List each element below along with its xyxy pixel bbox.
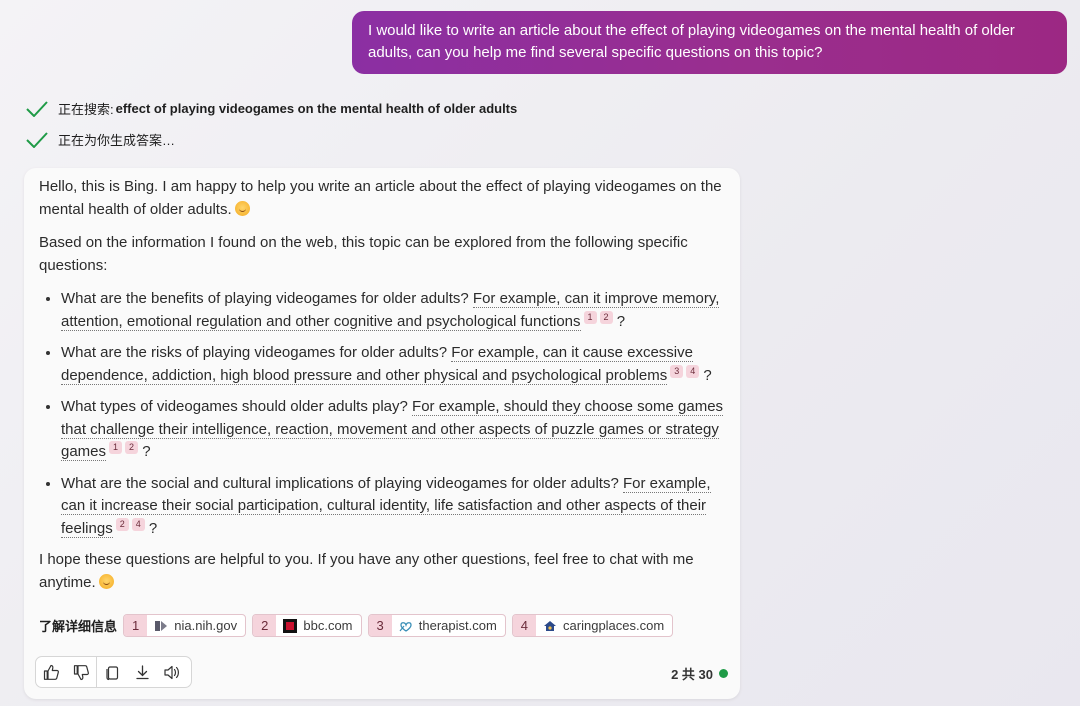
source-domain: therapist.com [418,618,497,633]
caringplaces-icon [544,620,557,631]
citation-badge[interactable]: 1 [109,441,123,454]
dislike-button[interactable] [66,657,96,687]
user-message-text: I would like to write an article about t… [368,22,1015,61]
citation-badge[interactable]: 1 [583,310,597,324]
list-item: What are the social and cultural implica… [61,473,729,541]
source-link-caringplaces[interactable]: 4 caringplaces.com [511,614,674,637]
answer-intro: Hello, this is Bing. I am happy to help … [39,178,722,218]
source-number: 2 [253,615,277,636]
search-status: 正在搜索: effect of playing videogames on th… [26,99,517,118]
download-icon [135,664,149,679]
source-domain: bbc.com [303,618,353,633]
source-link-therapist[interactable]: 3 therapist.com [367,614,506,637]
turn-counter: 2 共 30 [671,664,728,683]
answer-body: Hello, this is Bing. I am happy to help … [39,176,729,605]
citation-badge[interactable]: 4 [131,517,145,531]
search-query: effect of playing videogames on the ment… [115,101,518,116]
message-action-toolbar [35,656,192,688]
source-domain: nia.nih.gov [174,618,238,633]
answer-based-on: Based on the information I found on the … [39,234,688,274]
answer-closing: I hope these questions are helpful to yo… [39,551,694,591]
citation-badge[interactable]: 2 [599,310,613,324]
thumbs-down-icon [73,664,89,680]
source-link-bbc[interactable]: 2 bbc.com [252,614,362,637]
list-item: What are the benefits of playing videoga… [61,288,729,333]
generating-status: 正在为你生成答案… [26,130,175,149]
generating-status-text: 正在为你生成答案… [58,133,176,148]
list-item: What types of videogames should older ad… [61,396,729,464]
search-status-prefix: 正在搜索: [58,102,114,117]
citation-badge[interactable]: 4 [686,364,700,378]
copy-button[interactable] [97,657,127,687]
citation-badge[interactable]: 2 [125,441,139,454]
smile-emoji-icon [98,573,114,589]
source-number: 3 [368,615,392,636]
source-number: 4 [512,615,537,636]
turn-counter-text: 2 共 30 [671,667,713,682]
thumbs-up-icon [43,664,59,680]
speaker-icon [164,665,179,679]
user-message-bubble: I would like to write an article about t… [352,11,1067,74]
check-icon [26,100,48,117]
export-button[interactable] [127,657,157,687]
question-list: What are the benefits of playing videoga… [61,288,729,540]
check-icon [26,131,48,148]
copy-icon [105,665,118,680]
smile-emoji-icon [234,200,250,216]
status-dot-icon [719,669,728,678]
citation-badge[interactable]: 2 [115,517,129,531]
learn-more-row: 了解详细信息 1 nia.nih.gov 2 bbc.com 3 therapi [39,614,679,637]
therapist-icon [399,621,412,632]
citation-badge[interactable]: 3 [670,364,684,378]
learn-more-label: 了解详细信息 [39,619,118,634]
bbc-icon [283,618,298,633]
source-link-nia[interactable]: 1 nia.nih.gov [123,614,247,637]
list-item: What are the risks of playing videogames… [61,342,729,387]
read-aloud-button[interactable] [157,657,187,687]
nia-icon [155,620,168,631]
source-number: 1 [124,615,148,636]
like-button[interactable] [36,657,66,687]
bot-answer-card: Hello, this is Bing. I am happy to help … [24,168,740,699]
source-domain: caringplaces.com [563,618,665,633]
